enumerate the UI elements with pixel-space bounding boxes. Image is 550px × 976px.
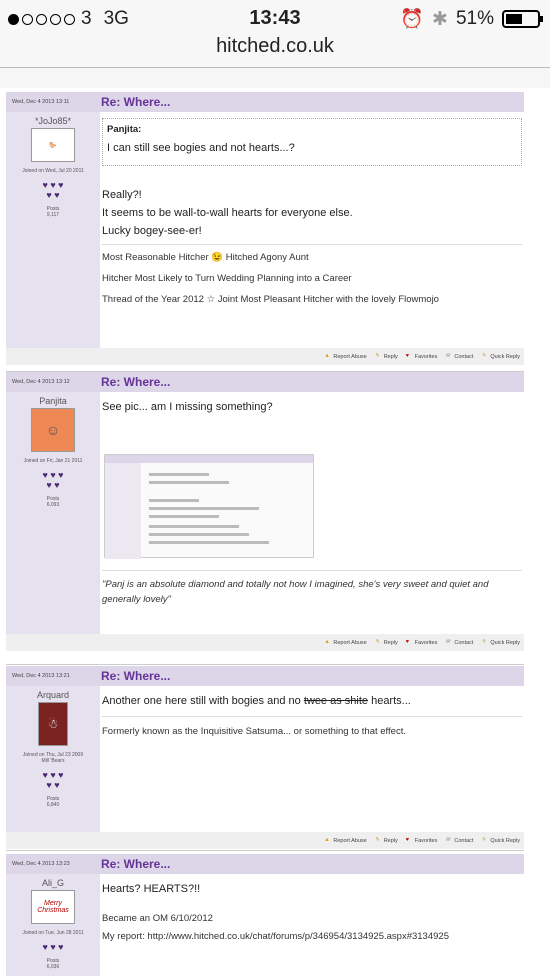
post-text-part: Another one here still with bogies and n… [102, 695, 301, 707]
signature: Formerly known as the Inquisitive Satsum… [102, 716, 522, 742]
post-content: Hearts? HEARTS?!! Became an OM 6/10/2012… [100, 874, 524, 976]
post-text: See pic... am I missing something? [102, 401, 273, 413]
contact-button[interactable]: ✉ Contact [445, 837, 473, 844]
post-header: Wed, Dec 4 2013 13:12 Re: Where... [6, 372, 524, 392]
signature-line: Most Reasonable Hitcher 😉 Hitched Agony … [102, 252, 309, 263]
quote-text: I can still see bogies and not hearts...… [107, 142, 295, 154]
signature-line: My report: http://www.hitched.co.uk/chat… [102, 928, 522, 946]
signature: "Panj is an absolute diamond and totally… [102, 570, 522, 607]
divider [6, 664, 524, 665]
post-line: Really?! [102, 189, 142, 201]
post-line: Lucky bogey-see-er! [102, 225, 202, 237]
post-date: Wed, Dec 4 2013 13:11 [12, 99, 70, 105]
quick-reply-button[interactable]: ✎ Quick Reply [481, 639, 520, 646]
status-bar: 3 3G 13:43 ⏰ ✱ 51% [0, 0, 550, 34]
username[interactable]: Panjita [6, 396, 100, 406]
favorites-button[interactable]: ♥ Favorites [406, 837, 438, 844]
post-text-part: hearts... [371, 695, 411, 707]
avatar[interactable]: 🐎 [31, 128, 75, 162]
report-abuse-button[interactable]: ▲ Report Abuse [324, 639, 366, 646]
signature: Became an OM 6/10/2012 My report: http:/… [102, 908, 522, 946]
join-date: Joined on Fri, Jan 21 2011 [23, 458, 83, 464]
forum-post: Wed, Dec 4 2013 13:11 Re: Where... *JoJo… [6, 92, 524, 365]
post-date: Wed, Dec 4 2013 13:23 [12, 861, 70, 867]
post-actions: ▲ Report Abuse ✎ Reply ♥ Favorites ✉ Contact… [6, 832, 524, 849]
forum-post: Wed, Dec 4 2013 13:21 Re: Where... Arqua… [6, 666, 524, 849]
report-abuse-button[interactable]: ▲ Report Abuse [324, 837, 366, 844]
reply-button[interactable]: ✎ Reply [375, 639, 398, 646]
posts-count: 6,093 [46, 502, 60, 508]
battery-icon [502, 10, 543, 28]
post-title[interactable]: Re: Where... [100, 666, 524, 686]
join-date: Joined on Tue, Jun 28 2011 [22, 930, 84, 936]
post-title[interactable]: Re: Where... [100, 372, 524, 392]
post-line: It seems to be wall-to-wall hearts for e… [102, 207, 353, 219]
post-title[interactable]: Re: Where... [100, 92, 524, 112]
post-text-strikethrough: twee as shite [303, 695, 369, 707]
join-date: Joined on Wed, Jul 20 2011 [22, 168, 84, 174]
signature: Most Reasonable Hitcher 😉 Hitched Agony … [102, 244, 522, 310]
favorites-button[interactable]: ♥ Favorites [406, 639, 438, 646]
forum-post: Wed, Dec 4 2013 13:12 Re: Where... Panji… [6, 372, 524, 651]
post-header: Wed, Dec 4 2013 13:21 Re: Where... [6, 666, 524, 686]
avatar[interactable]: Merry Christmas [31, 890, 75, 924]
report-label: My report: [102, 931, 145, 942]
quote-author: Panjita: [107, 124, 142, 135]
post-actions: ▲ Report Abuse ✎ Reply ♥ Favorites ✉ Contact… [6, 348, 524, 365]
previous-post-footer [0, 68, 550, 88]
contact-button[interactable]: ✉ Contact [445, 639, 473, 646]
post-content: See pic... am I missing something? "Panj… [100, 392, 524, 634]
post-date: Wed, Dec 4 2013 13:21 [12, 673, 70, 679]
post-text: Another one here still with bogies and n… [102, 692, 522, 710]
forum-thread: Wed, Dec 4 2013 13:11 Re: Where... *JoJo… [0, 68, 550, 976]
post-header: Wed, Dec 4 2013 13:23 Re: Where... [6, 854, 524, 874]
user-sidebar: *JoJo85* 🐎 Joined on Wed, Jul 20 2011 ♥ … [6, 112, 100, 348]
reply-button[interactable]: ✎ Reply [375, 353, 398, 360]
hearts-icon: ♥ ♥ ♥ ♥ ♥ [42, 180, 64, 200]
posts-count: 6,840 [46, 802, 60, 808]
battery-percent: 51% [455, 8, 494, 29]
signature-line: Thread of the Year 2012 ☆ Joint Most Ple… [102, 294, 439, 305]
quote-box: Panjita: I can still see bogies and not … [102, 118, 522, 166]
favorites-button[interactable]: ♥ Favorites [406, 353, 438, 360]
hearts-icon: ♥ ♥ ♥ ♥ ♥ [42, 770, 64, 790]
attached-screenshot[interactable] [104, 454, 314, 559]
post-text: Hearts? HEARTS?!! [102, 883, 201, 895]
hearts-icon: ♥ ♥ ♥ ♥ ♥ [42, 470, 64, 490]
username[interactable]: Ali_G [6, 878, 100, 888]
divider [6, 850, 524, 851]
forum-post: Wed, Dec 4 2013 13:23 Re: Where... Ali_G… [6, 854, 524, 976]
post-content: Another one here still with bogies and n… [100, 686, 524, 832]
user-sidebar: Ali_G Merry Christmas Joined on Tue, Jun… [6, 874, 100, 976]
quick-reply-button[interactable]: ✎ Quick Reply [481, 353, 520, 360]
post-date: Wed, Dec 4 2013 13:12 [12, 379, 70, 385]
bluetooth-icon: ✱ [432, 8, 448, 30]
post-header: Wed, Dec 4 2013 13:11 Re: Where... [6, 92, 524, 112]
user-sidebar: Panjita ☺ Joined on Fri, Jan 21 2011 ♥ ♥… [6, 392, 100, 634]
quick-reply-button[interactable]: ✎ Quick Reply [481, 837, 520, 844]
url-bar[interactable]: hitched.co.uk [0, 34, 550, 68]
username[interactable]: *JoJo85* [6, 116, 100, 126]
hearts-icon: ♥ ♥ ♥ [42, 942, 64, 952]
username[interactable]: Arquard [6, 690, 100, 700]
post-title[interactable]: Re: Where... [100, 854, 524, 874]
user-note: Mill 'Bears [41, 758, 65, 764]
posts-count: 9,117 [46, 212, 60, 218]
avatar[interactable]: ☃ [38, 702, 68, 746]
report-link[interactable]: http://www.hitched.co.uk/chat/forums/p/3… [147, 931, 449, 942]
contact-button[interactable]: ✉ Contact [445, 353, 473, 360]
avatar[interactable]: ☺ [31, 408, 75, 452]
signature-line: Became an OM 6/10/2012 [102, 913, 213, 924]
post-actions: ▲ Report Abuse ✎ Reply ♥ Favorites ✉ Contact… [6, 634, 524, 651]
user-sidebar: Arquard ☃ Joined on Thu, Jul 23 2009 Mil… [6, 686, 100, 832]
signature-line: Hitcher Most Likely to Turn Wedding Plan… [102, 273, 352, 284]
reply-button[interactable]: ✎ Reply [375, 837, 398, 844]
post-content: Panjita: I can still see bogies and not … [100, 112, 524, 348]
alarm-icon: ⏰ [400, 9, 425, 30]
posts-count: 6,036 [46, 964, 60, 970]
report-abuse-button[interactable]: ▲ Report Abuse [324, 353, 366, 360]
